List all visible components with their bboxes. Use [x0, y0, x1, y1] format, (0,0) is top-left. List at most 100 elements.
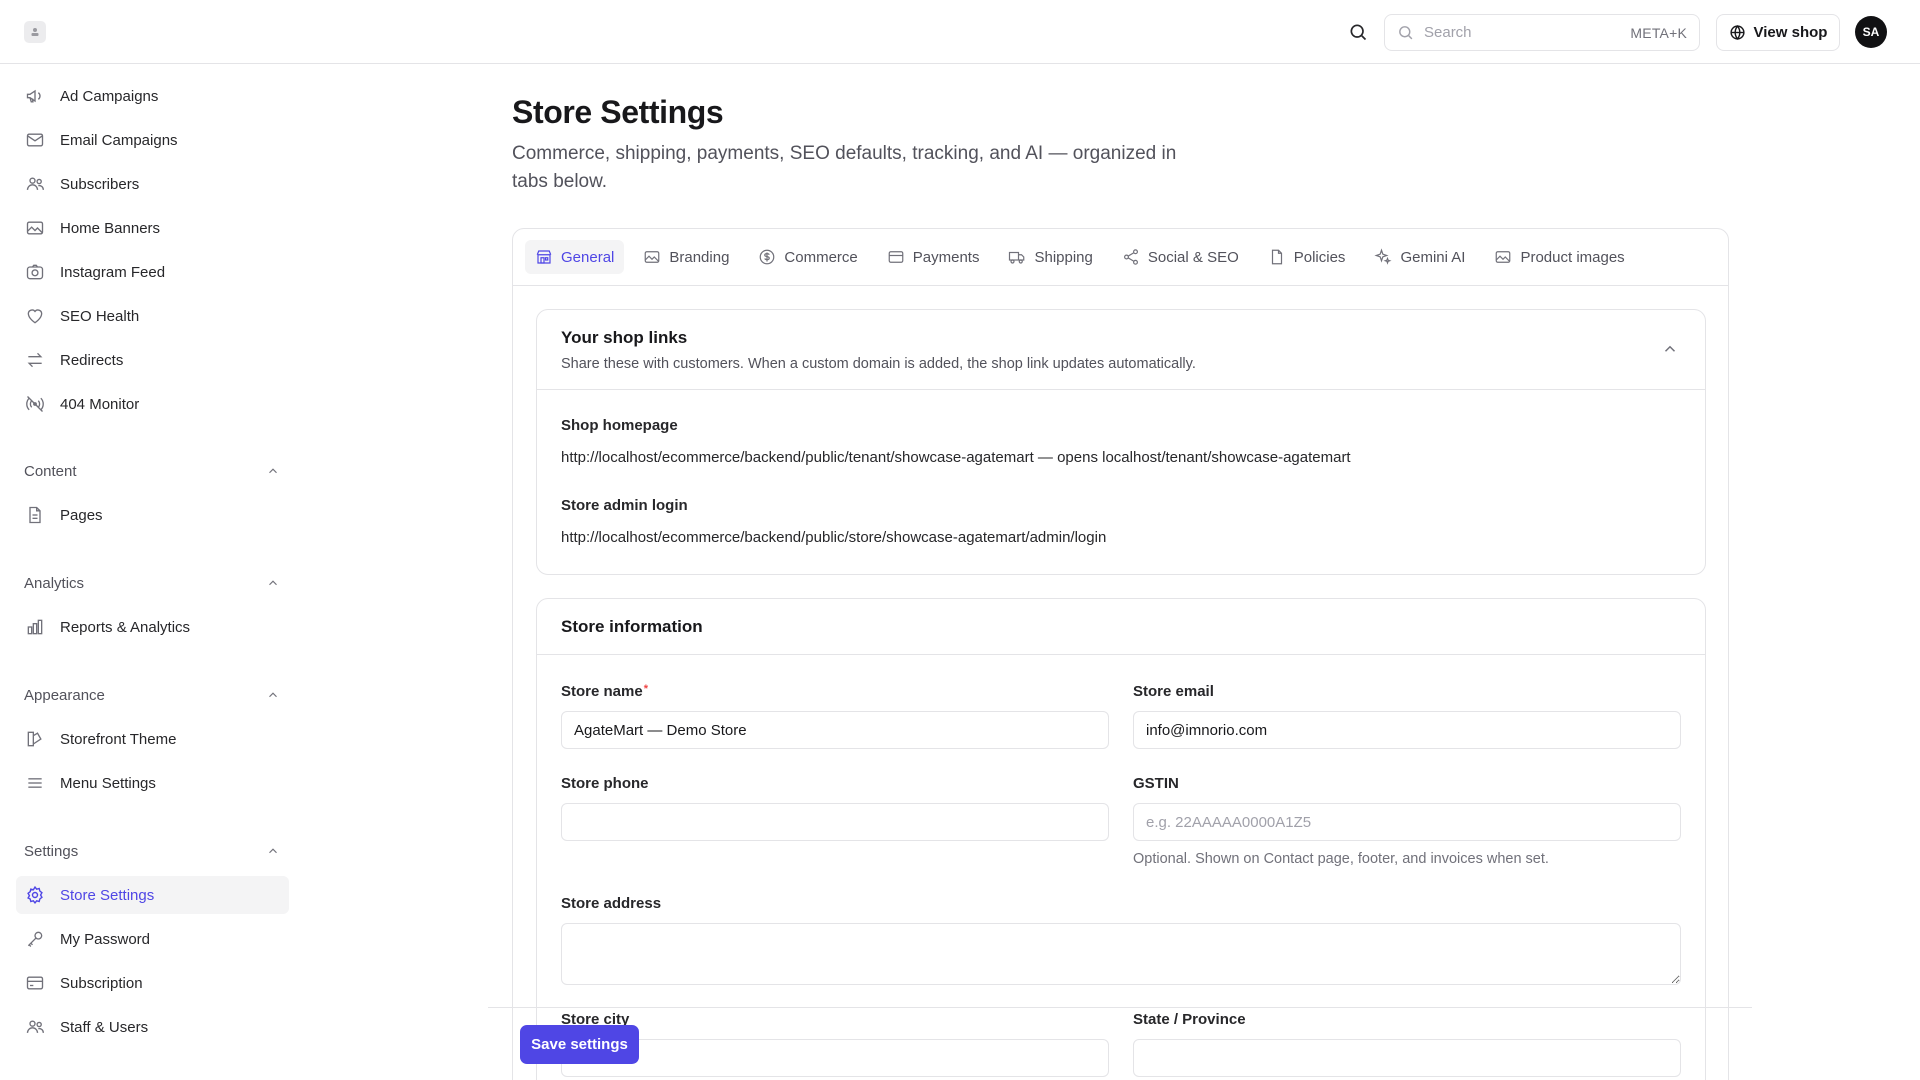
store-name-input[interactable]	[561, 711, 1109, 749]
view-shop-button[interactable]: View shop	[1716, 14, 1840, 51]
users-icon	[24, 1016, 46, 1038]
sidebar-item-label: Staff & Users	[60, 1018, 149, 1036]
settings-card: General Branding Commerce Payments Shipp…	[512, 228, 1729, 1080]
save-settings-button[interactable]: Save settings	[520, 1025, 639, 1064]
tab-shipping[interactable]: Shipping	[998, 240, 1102, 274]
sidebar-item-pages[interactable]: Pages	[16, 496, 289, 534]
store-phone-input[interactable]	[561, 803, 1109, 841]
tab-label: Branding	[669, 248, 730, 266]
store-city-input[interactable]	[561, 1039, 1109, 1077]
tab-commerce[interactable]: Commerce	[748, 240, 867, 274]
store-email-label: Store email	[1133, 683, 1214, 700]
store-admin-login-label: Store admin login	[561, 497, 688, 514]
store-name-label: Store name*	[561, 683, 648, 700]
sidebar-item-label: Menu Settings	[60, 774, 156, 792]
sidebar-item-reports-analytics[interactable]: Reports & Analytics	[16, 608, 289, 646]
menu-icon	[24, 772, 46, 794]
chevron-up-icon	[269, 692, 277, 698]
sidebar-item-label: Subscribers	[60, 175, 140, 193]
tab-general[interactable]: General	[525, 240, 625, 274]
sidebar-item-label: Store Settings	[60, 886, 155, 904]
required-marker: *	[643, 683, 648, 695]
sidebar-item-store-settings[interactable]: Store Settings	[16, 876, 289, 914]
section-title: Analytics	[24, 574, 85, 592]
sidebar: Ad Campaigns Email Campaigns Subscribers…	[0, 64, 300, 1080]
tab-label: Product images	[1520, 248, 1625, 266]
sidebar-item-subscribers[interactable]: Subscribers	[16, 165, 289, 203]
megaphone-icon	[24, 85, 46, 107]
brush-icon	[24, 728, 46, 750]
section-title: Content	[24, 462, 77, 480]
store-phone-label: Store phone	[561, 775, 649, 792]
mail-icon	[24, 129, 46, 151]
sidebar-item-seo-health[interactable]: SEO Health	[16, 297, 289, 335]
chevron-up-icon	[269, 468, 277, 474]
gstin-label: GSTIN	[1133, 775, 1179, 792]
tab-policies[interactable]: Policies	[1258, 240, 1356, 274]
search-box-icon	[1399, 26, 1413, 40]
sidebar-item-menu-settings[interactable]: Menu Settings	[16, 764, 289, 802]
search-shortcut: META+K	[1630, 24, 1687, 41]
card-icon	[24, 972, 46, 994]
sidebar-item-subscription[interactable]: Subscription	[16, 964, 289, 1002]
tab-branding[interactable]: Branding	[633, 240, 739, 274]
sidebar-item-label: Pages	[60, 506, 103, 524]
tab-product-images[interactable]: Product images	[1484, 240, 1634, 274]
section-toggle-appearance[interactable]: Appearance	[24, 683, 280, 707]
panel-title: Your shop links	[561, 328, 688, 347]
sidebar-item-label: Reports & Analytics	[60, 618, 191, 636]
sidebar-item-ad-campaigns[interactable]: Ad Campaigns	[16, 77, 289, 115]
store-admin-login-link[interactable]: http://localhost/ecommerce/backend/publi…	[561, 529, 1106, 546]
sidebar-item-label: Subscription	[60, 974, 143, 992]
tab-label: Shipping	[1034, 248, 1093, 266]
image-icon	[1496, 251, 1511, 263]
key-icon	[24, 928, 46, 950]
panel-description: Share these with customers. When a custo…	[561, 356, 1196, 372]
section-toggle-content[interactable]: Content	[24, 459, 280, 483]
sidebar-item-label: Ad Campaigns	[60, 87, 159, 105]
store-information-header: Store information	[537, 599, 1705, 655]
tab-label: Gemini AI	[1400, 248, 1466, 266]
chevron-up-icon	[269, 580, 277, 586]
image-icon	[645, 251, 660, 263]
store-address-input[interactable]	[561, 923, 1681, 985]
tab-social-seo[interactable]: Social & SEO	[1112, 240, 1249, 274]
state-province-input[interactable]	[1133, 1039, 1681, 1077]
shop-links-panel: Your shop links Share these with custome…	[536, 309, 1706, 575]
document-icon	[1271, 249, 1282, 265]
store-address-label: Store address	[561, 895, 662, 912]
tab-label: Commerce	[784, 248, 858, 266]
arrows-icon	[24, 349, 46, 371]
shop-homepage-link[interactable]: http://localhost/ecommerce/backend/publi…	[561, 449, 1351, 466]
search-input[interactable]	[1424, 24, 1631, 41]
sidebar-item-404-monitor[interactable]: 404 Monitor	[16, 385, 289, 423]
section-toggle-settings[interactable]: Settings	[24, 839, 280, 863]
sidebar-item-label: Email Campaigns	[60, 131, 178, 149]
store-logo-icon[interactable]	[24, 21, 46, 43]
page-subtitle: Commerce, shipping, payments, SEO defaul…	[512, 143, 1177, 192]
tab-gemini-ai[interactable]: Gemini AI	[1364, 240, 1475, 274]
sidebar-item-redirects[interactable]: Redirects	[16, 341, 289, 379]
sidebar-item-staff-users[interactable]: Staff & Users	[16, 1008, 289, 1046]
sidebar-item-storefront-theme[interactable]: Storefront Theme	[16, 720, 289, 758]
chevron-up-icon[interactable]	[1661, 340, 1679, 358]
globe-icon	[1729, 25, 1745, 40]
sidebar-item-home-banners[interactable]: Home Banners	[16, 209, 289, 247]
search-icon[interactable]	[1346, 20, 1370, 44]
settings-tabs: General Branding Commerce Payments Shipp…	[513, 229, 1728, 286]
search-box[interactable]: META+K	[1384, 14, 1700, 51]
store-email-input[interactable]	[1133, 711, 1681, 749]
sidebar-item-my-password[interactable]: My Password	[16, 920, 289, 958]
card-icon	[888, 251, 904, 263]
section-toggle-analytics[interactable]: Analytics	[24, 571, 280, 595]
dollar-icon	[760, 249, 775, 265]
sidebar-item-email-campaigns[interactable]: Email Campaigns	[16, 121, 289, 159]
avatar[interactable]: SA	[1855, 16, 1887, 48]
tab-label: Social & SEO	[1147, 248, 1239, 266]
truck-icon	[1009, 251, 1025, 264]
sidebar-item-instagram-feed[interactable]: Instagram Feed	[16, 253, 289, 291]
gstin-input[interactable]	[1133, 803, 1681, 841]
sparkle-icon	[1374, 248, 1392, 265]
bar-chart-icon	[24, 616, 46, 638]
tab-payments[interactable]: Payments	[877, 240, 990, 274]
